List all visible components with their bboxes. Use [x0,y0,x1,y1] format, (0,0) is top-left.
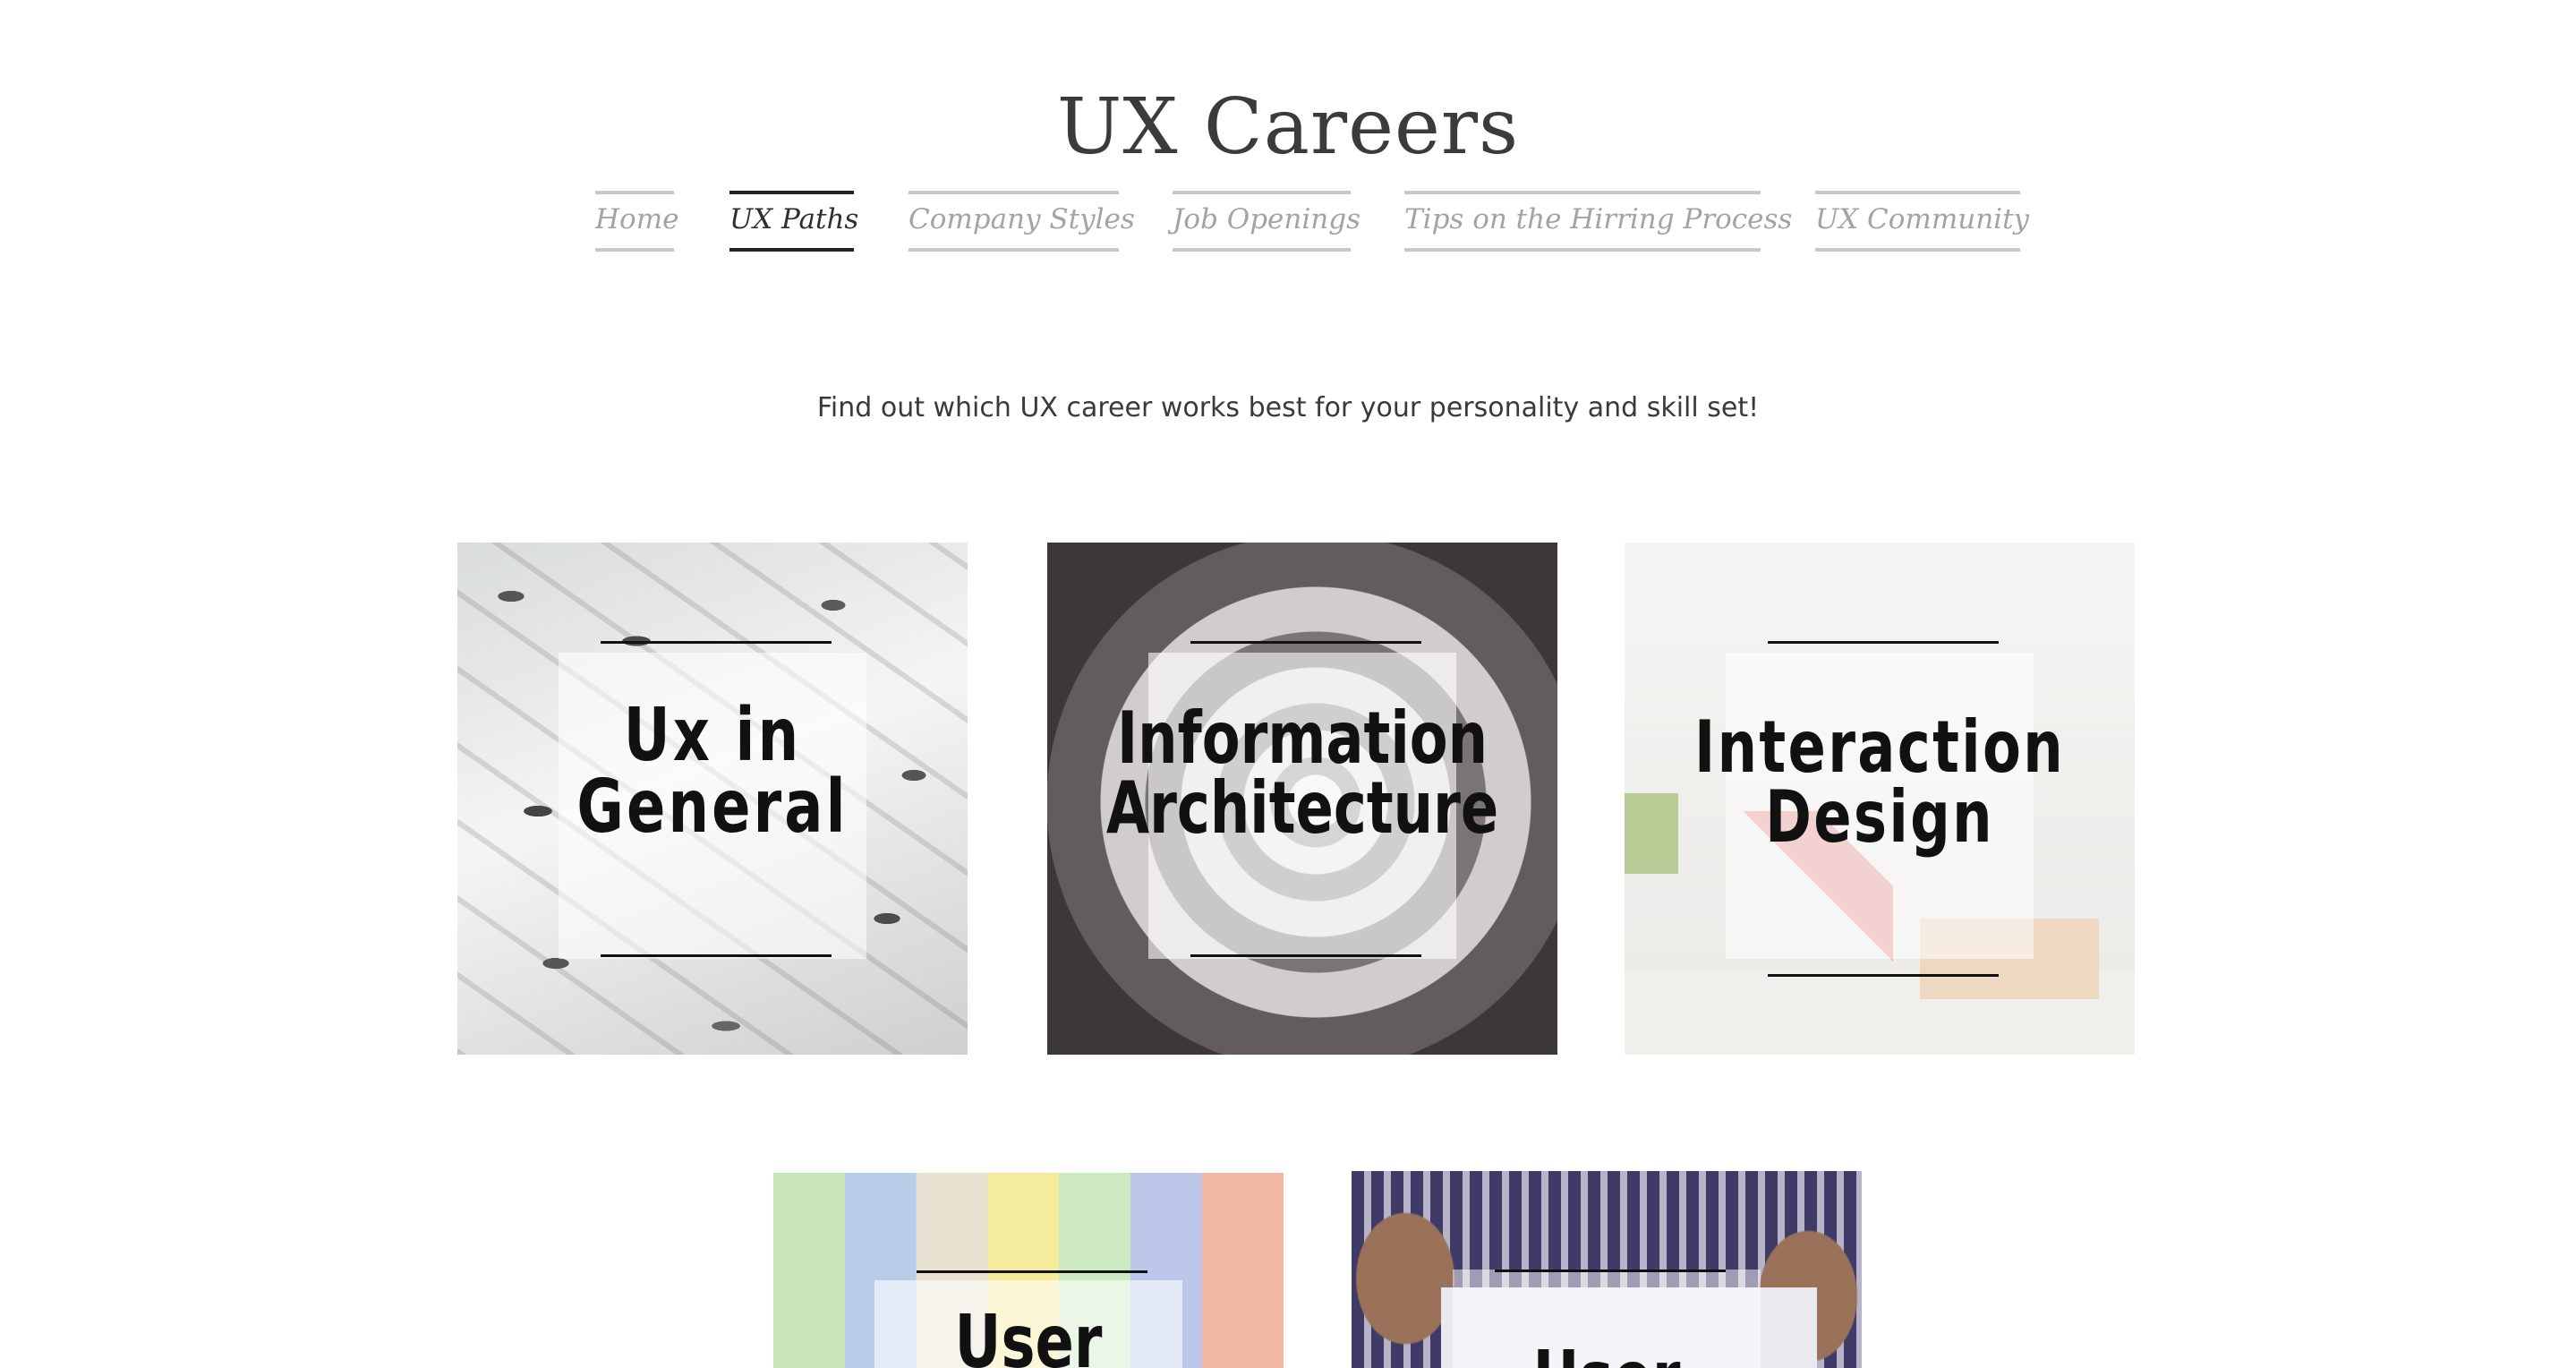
card-interaction-design[interactable]: Interaction Design [1625,543,2135,1055]
main-navigation: Home UX Paths Company Styles Job Opening… [0,191,2576,252]
card-bottom-rule [601,954,832,957]
card-bottom-rule [1768,974,1999,977]
card-top-rule [1495,1270,1726,1272]
card-bottom-rule [1190,954,1421,957]
card-user-research[interactable]: User [773,1173,1284,1368]
card-top-rule [1768,641,1999,644]
intro-text: Find out which UX career works best for … [816,392,1760,423]
card-title: Ux in General [576,693,849,850]
card-title: Information Architecture [1105,697,1499,850]
nav-item-ux-paths[interactable]: UX Paths [729,191,858,252]
card-top-rule [917,1270,1147,1273]
card-title: User [954,1300,1103,1368]
card-title: User [1408,1342,1806,1368]
card-title: Interaction Design [1694,705,2065,859]
nav-item-tips-hiring-process[interactable]: Tips on the Hirring Process [1404,191,1792,252]
nav-item-company-styles[interactable]: Company Styles [908,191,1135,252]
card-information-architecture[interactable]: Information Architecture [1047,543,1557,1055]
nav-item-job-openings[interactable]: Job Openings [1173,191,1361,252]
nav-item-ux-community[interactable]: UX Community [1815,191,2029,252]
card-ux-in-general[interactable]: Ux in General [457,543,968,1055]
card-user-interface[interactable]: User [1352,1171,1862,1368]
site-title: UX Careers [1056,82,1520,172]
card-top-rule [1190,641,1421,644]
nav-item-home[interactable]: Home [595,191,678,252]
card-top-rule [601,641,832,644]
